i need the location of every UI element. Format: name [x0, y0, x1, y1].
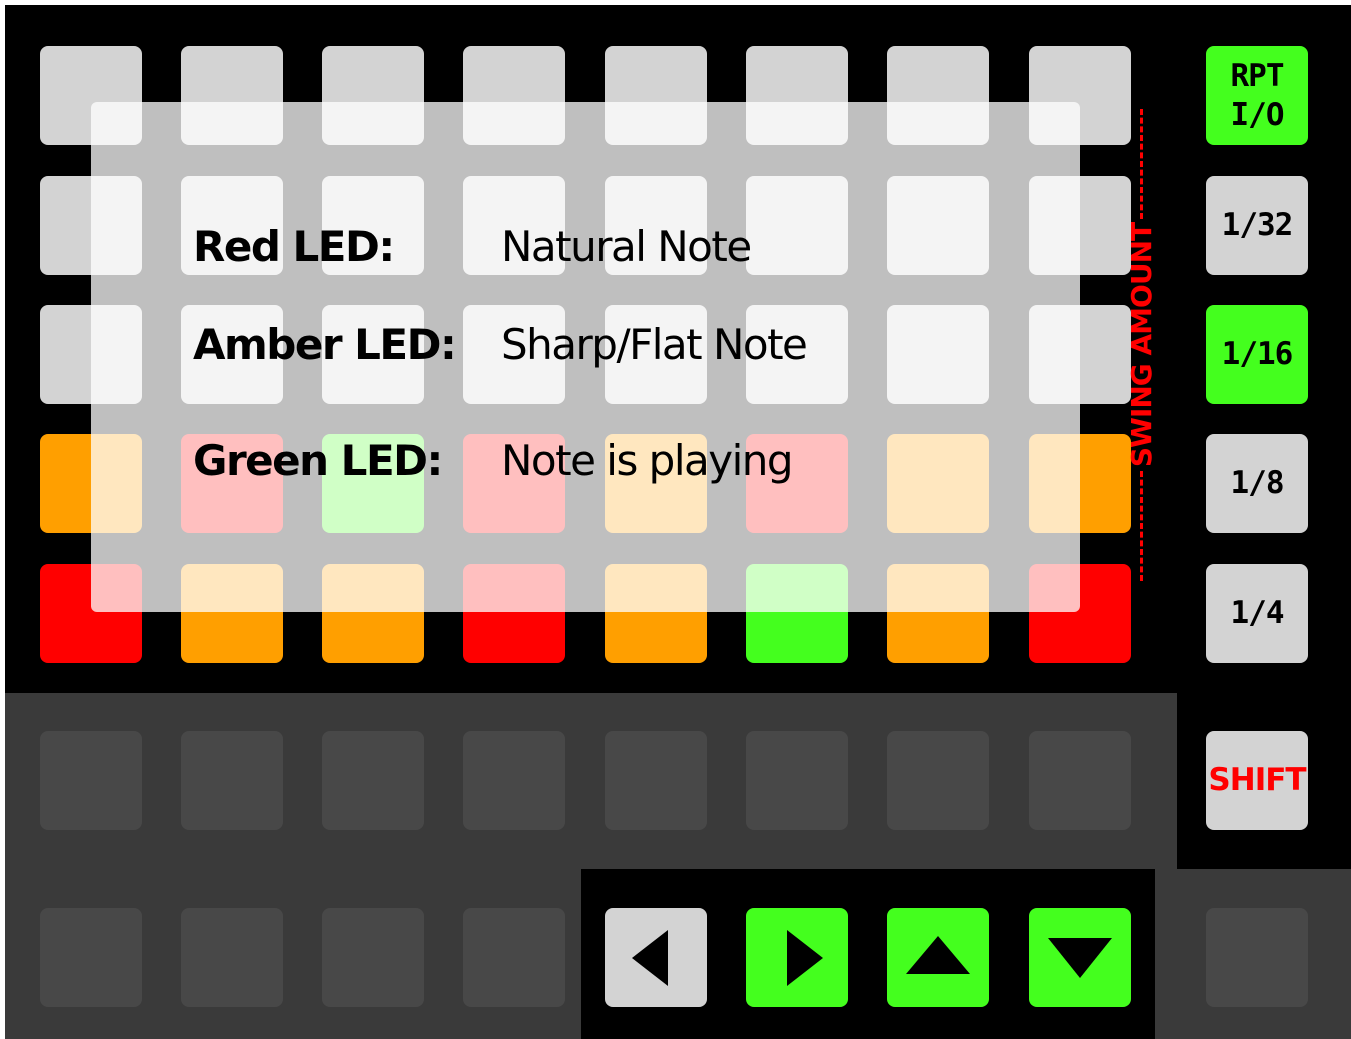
legend-value-red: Natural Note	[501, 222, 752, 271]
lower-pad-r2-c3[interactable]	[322, 908, 424, 1007]
right-arrow-icon	[787, 929, 823, 986]
lower-pad-r1-c1[interactable]	[40, 731, 142, 830]
lower-pad-r1-c8[interactable]	[1029, 731, 1131, 830]
legend-label-red: Red LED:	[193, 222, 395, 271]
lower-pad-r1-c3[interactable]	[322, 731, 424, 830]
nav-left-button[interactable]	[605, 908, 707, 1007]
lower-pad-r2-c1[interactable]	[40, 908, 142, 1007]
legend-value-amber: Sharp/Flat Note	[501, 320, 808, 369]
nav-right-button[interactable]	[746, 908, 848, 1007]
led-legend-overlay: Red LED: Natural Note Amber LED: Sharp/F…	[91, 102, 1080, 612]
up-arrow-icon	[906, 935, 970, 974]
legend-label-amber: Amber LED:	[193, 320, 457, 369]
legend-value-green: Note is playing	[501, 436, 794, 485]
nav-down-button[interactable]	[1029, 908, 1131, 1007]
lower-pad-r1-c6[interactable]	[746, 731, 848, 830]
lower-pad-r2-c2[interactable]	[181, 908, 283, 1007]
left-arrow-icon	[632, 929, 668, 986]
swing-amount-text: SWING AMOUNT	[1124, 222, 1158, 468]
side-pad-bottom[interactable]	[1206, 908, 1308, 1007]
side-button-3[interactable]: 1/16	[1206, 305, 1308, 404]
lower-pad-r1-c4[interactable]	[463, 731, 565, 830]
lower-pad-r1-c5[interactable]	[605, 731, 707, 830]
side-button-4[interactable]: 1/8	[1206, 434, 1308, 533]
side-button-2[interactable]: 1/32	[1206, 176, 1308, 275]
lower-pad-r1-c7[interactable]	[887, 731, 989, 830]
lower-pad-r1-c2[interactable]	[181, 731, 283, 830]
nav-up-button[interactable]	[887, 908, 989, 1007]
legend-label-green: Green LED:	[193, 436, 443, 485]
side-button-5[interactable]: 1/4	[1206, 564, 1308, 663]
shift-button[interactable]: SHIFT	[1206, 731, 1308, 830]
launchpad-surface: RPT I/O 1/32 1/16 1/8 1/4 SHIFT SWING AMOUNT…	[5, 5, 1351, 1039]
swing-amount-label: SWING AMOUNT	[1121, 105, 1161, 585]
lower-pad-r2-c4[interactable]	[463, 908, 565, 1007]
down-arrow-icon	[1048, 937, 1112, 978]
side-button-1[interactable]: RPT I/O	[1206, 46, 1308, 145]
